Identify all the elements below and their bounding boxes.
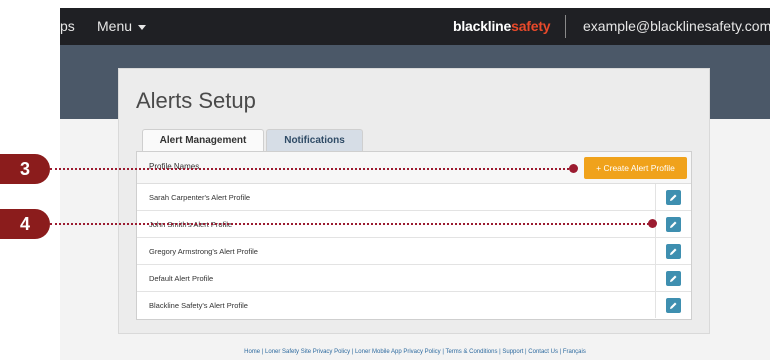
footer-links[interactable]: Home | Loner Safety Site Privacy Policy … <box>60 349 770 355</box>
nav-separator <box>565 15 566 38</box>
edit-button[interactable] <box>666 217 681 232</box>
top-navbar: ps Menu blacklinesafety example@blacklin… <box>60 8 770 45</box>
menu-dropdown[interactable]: Menu <box>97 18 147 34</box>
profile-name: Blackline Safety's Alert Profile <box>149 301 248 310</box>
pencil-icon <box>670 194 677 201</box>
callout-4-leader-line <box>50 223 653 225</box>
pencil-icon <box>670 248 677 255</box>
page-title: Alerts Setup <box>136 88 256 113</box>
edit-button[interactable] <box>666 298 681 313</box>
user-email[interactable]: example@blacklinesafety.com <box>583 18 770 34</box>
caret-down-icon <box>138 24 147 30</box>
callout-badge-3: 3 <box>0 154 50 184</box>
callout-3-endpoint <box>569 164 578 173</box>
edit-button[interactable] <box>666 271 681 286</box>
pencil-icon <box>670 275 677 282</box>
table-row: Gregory Armstrong's Alert Profile <box>137 238 691 265</box>
profile-name: Default Alert Profile <box>149 274 214 283</box>
callout-badge-4: 4 <box>0 209 50 239</box>
edit-button[interactable] <box>666 190 681 205</box>
table-row: Blackline Safety's Alert Profile <box>137 292 691 319</box>
callout-3-leader-line <box>50 168 573 170</box>
callout-4-endpoint <box>648 219 657 228</box>
create-alert-profile-button[interactable]: + Create Alert Profile <box>584 157 687 179</box>
pencil-icon <box>670 302 677 309</box>
edit-button[interactable] <box>666 244 681 259</box>
profile-name: Sarah Carpenter's Alert Profile <box>149 193 251 202</box>
table-row: Default Alert Profile <box>137 265 691 292</box>
profile-name: Gregory Armstrong's Alert Profile <box>149 247 258 256</box>
menu-label: Menu <box>97 18 133 34</box>
pencil-icon <box>670 221 677 228</box>
tab-alert-management[interactable]: Alert Management <box>142 129 264 152</box>
table-row: Sarah Carpenter's Alert Profile <box>137 184 691 211</box>
nav-item-fragment[interactable]: ps <box>60 18 75 34</box>
brand-logo[interactable]: blacklinesafety <box>453 18 551 34</box>
tab-notifications[interactable]: Notifications <box>266 129 363 151</box>
